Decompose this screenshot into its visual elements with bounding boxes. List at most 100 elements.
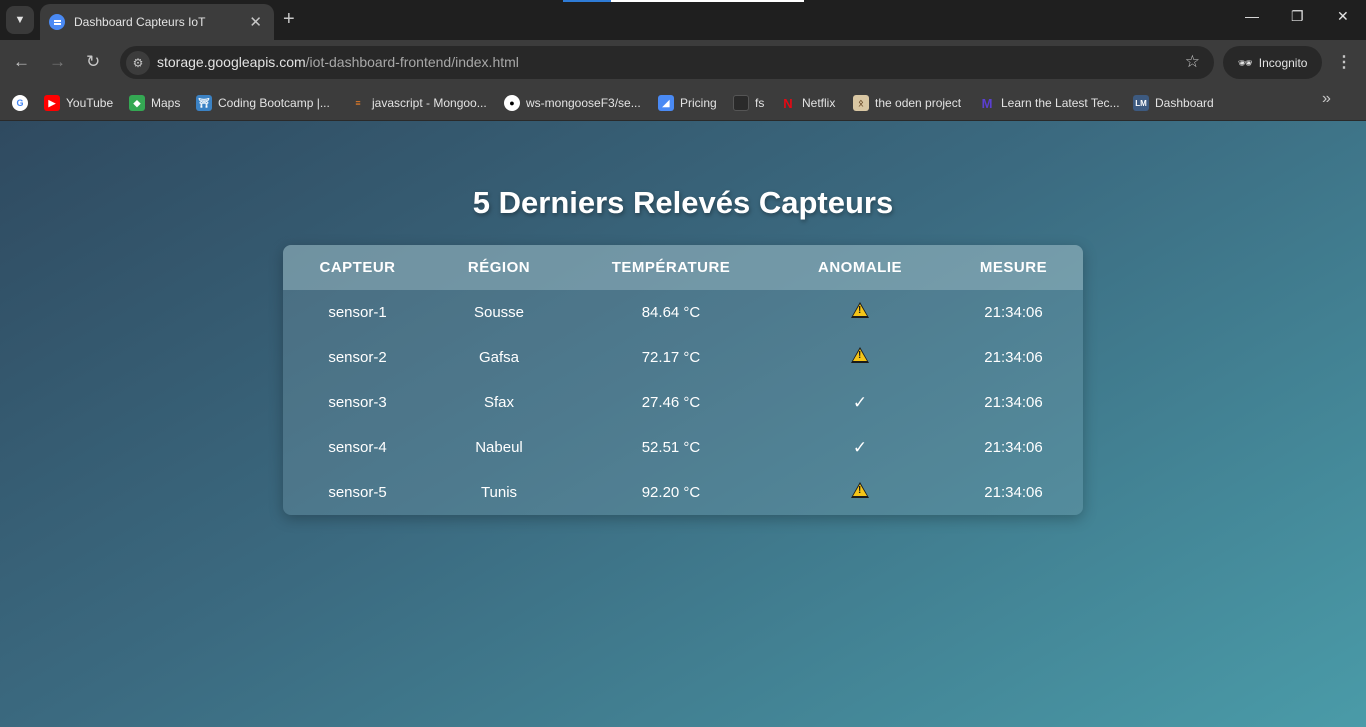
warning-icon xyxy=(851,481,869,498)
pricing-icon: ◢ xyxy=(658,95,674,111)
tab-title: Dashboard Capteurs IoT xyxy=(74,15,206,29)
bookmarks-bar: G ▶ YouTube ◆ Maps ⛩ Coding Bootcamp |..… xyxy=(0,86,1366,121)
sensor-cell: sensor-5 xyxy=(328,484,387,501)
bookmark-label: Maps xyxy=(151,96,181,110)
bookmark-label: YouTube xyxy=(66,96,114,110)
site-info-icon[interactable]: ⚙ xyxy=(126,51,150,75)
warning-icon xyxy=(851,301,869,318)
bookmark-star-icon[interactable]: ☆ xyxy=(1185,52,1200,72)
temperature-cell: 84.64 °C xyxy=(641,304,701,321)
back-arrow-icon[interactable]: ← xyxy=(13,52,30,72)
tab-close-icon[interactable]: ✕ xyxy=(249,13,262,31)
sensor-cell: sensor-1 xyxy=(328,304,387,321)
url-host: storage.googleapis.com xyxy=(157,54,306,70)
tab-strip: ▼ Dashboard Capteurs IoT ✕ + — ❐ ✕ xyxy=(0,0,1366,40)
incognito-icon: 🕶 xyxy=(1237,55,1253,70)
sensor-table-card: CAPTEUR RÉGION TEMPÉRATURE ANOMALIE MESU… xyxy=(283,245,1083,515)
bookmarks-overflow-icon[interactable]: » xyxy=(1322,90,1331,108)
table-row: sensor-2 Gafsa 72.17 °C 21:34:06 xyxy=(283,335,1083,380)
region-cell: Nabeul xyxy=(475,439,523,456)
anomaly-cell: ✓ xyxy=(776,380,944,425)
bookmark-maps[interactable]: ◆ Maps xyxy=(129,93,180,113)
torii-icon: ⛩ xyxy=(196,95,212,111)
youtube-icon: ▶ xyxy=(44,95,60,111)
restore-icon[interactable]: ❐ xyxy=(1291,8,1304,25)
address-bar[interactable]: ⚙ storage.googleapis.com/iot-dashboard-f… xyxy=(120,46,1214,79)
region-cell: Tunis xyxy=(480,484,518,501)
anomaly-cell: ✓ xyxy=(776,425,944,470)
bookmark-dashboard[interactable]: LM Dashboard xyxy=(1133,93,1214,113)
region-cell: Sfax xyxy=(483,394,514,411)
new-tab-icon[interactable]: + xyxy=(283,8,295,30)
bookmark-label: the oden project xyxy=(875,96,962,110)
bookmark-label: ws-mongooseF3/se... xyxy=(526,96,641,110)
tab-search-chevron-icon[interactable]: ▼ xyxy=(6,6,34,34)
bookmark-label: fs xyxy=(755,96,765,110)
minimize-icon[interactable]: — xyxy=(1245,8,1259,24)
region-cell: Sousse xyxy=(473,304,525,321)
column-header-capteur: CAPTEUR xyxy=(283,245,432,290)
tab-active[interactable]: Dashboard Capteurs IoT ✕ xyxy=(40,4,274,40)
temperature-cell: 27.46 °C xyxy=(641,394,701,411)
time-cell: 21:34:06 xyxy=(984,349,1043,366)
browser-menu-icon[interactable]: ⋮ xyxy=(1336,52,1352,72)
reload-icon[interactable]: ↻ xyxy=(86,52,100,72)
column-header-anomalie: ANOMALIE xyxy=(776,245,944,290)
anomaly-cell xyxy=(776,290,944,335)
odin-icon: ᛟ xyxy=(853,95,869,111)
stackoverflow-icon: ≡ xyxy=(355,98,361,108)
time-cell: 21:34:06 xyxy=(984,394,1043,411)
bookmark-pricing[interactable]: ◢ Pricing xyxy=(658,93,717,113)
bookmark-learn-tech[interactable]: M Learn the Latest Tec... xyxy=(979,93,1120,113)
check-icon: ✓ xyxy=(852,392,868,412)
temperature-cell: 72.17 °C xyxy=(641,349,701,366)
netflix-icon: N xyxy=(783,95,793,111)
table-header-row: CAPTEUR RÉGION TEMPÉRATURE ANOMALIE MESU… xyxy=(283,245,1083,290)
maps-icon: ◆ xyxy=(129,95,145,111)
incognito-label: Incognito xyxy=(1258,55,1308,70)
table-row: sensor-5 Tunis 92.20 °C 21:34:06 xyxy=(283,470,1083,515)
bookmark-stackoverflow[interactable]: ≡ javascript - Mongoo... xyxy=(350,93,487,113)
table-row: sensor-3 Sfax 27.46 °C ✓ 21:34:06 xyxy=(283,380,1083,425)
bookmark-label: Pricing xyxy=(680,96,717,110)
bookmark-fs[interactable]: fs xyxy=(733,93,764,113)
sensor-cell: sensor-4 xyxy=(328,439,387,456)
tab-favicon-icon xyxy=(49,14,65,30)
column-header-mesure: MESURE xyxy=(944,245,1083,290)
bookmark-label: Dashboard xyxy=(1155,96,1214,110)
temperature-cell: 92.20 °C xyxy=(641,484,701,501)
url-text[interactable]: storage.googleapis.com/iot-dashboard-fro… xyxy=(157,54,519,70)
sensor-table: CAPTEUR RÉGION TEMPÉRATURE ANOMALIE MESU… xyxy=(283,245,1083,515)
bookmark-label: Coding Bootcamp |... xyxy=(218,96,330,110)
forward-arrow-icon[interactable]: → xyxy=(49,52,66,72)
bookmark-label: Netflix xyxy=(802,96,836,110)
sensor-cell: sensor-2 xyxy=(328,349,387,366)
sensor-cell: sensor-3 xyxy=(328,394,387,411)
close-window-icon[interactable]: ✕ xyxy=(1337,8,1349,25)
bookmark-label: javascript - Mongoo... xyxy=(372,96,487,110)
google-icon[interactable]: G xyxy=(12,93,28,113)
url-path: /iot-dashboard-frontend/index.html xyxy=(305,54,519,70)
bookmark-label: Learn the Latest Tec... xyxy=(1001,96,1120,110)
table-row: sensor-4 Nabeul 52.51 °C ✓ 21:34:06 xyxy=(283,425,1083,470)
browser-toolbar: ← → ↻ ⚙ storage.googleapis.com/iot-dashb… xyxy=(0,40,1366,86)
region-cell: Gafsa xyxy=(478,349,520,366)
github-icon: ● xyxy=(504,95,520,111)
column-header-temperature: TEMPÉRATURE xyxy=(566,245,776,290)
anomaly-cell xyxy=(776,335,944,380)
bookmark-coding-bootcamp[interactable]: ⛩ Coding Bootcamp |... xyxy=(196,93,330,113)
fs-icon xyxy=(733,95,749,111)
dashboard-icon: LM xyxy=(1133,95,1149,111)
window-drag-indicator-accent xyxy=(563,0,611,2)
bookmark-odin-project[interactable]: ᛟ the oden project xyxy=(853,93,961,113)
bookmark-github[interactable]: ● ws-mongooseF3/se... xyxy=(504,93,641,113)
bookmark-netflix[interactable]: N Netflix xyxy=(780,93,835,113)
page-viewport: 5 Derniers Relevés Capteurs CAPTEUR RÉGI… xyxy=(0,121,1366,727)
warning-icon xyxy=(851,346,869,363)
bookmark-youtube[interactable]: ▶ YouTube xyxy=(44,93,113,113)
anomaly-cell xyxy=(776,470,944,515)
check-icon: ✓ xyxy=(852,437,868,457)
incognito-button[interactable]: 🕶 Incognito xyxy=(1223,46,1322,79)
time-cell: 21:34:06 xyxy=(984,439,1043,456)
temperature-cell: 52.51 °C xyxy=(641,439,701,456)
